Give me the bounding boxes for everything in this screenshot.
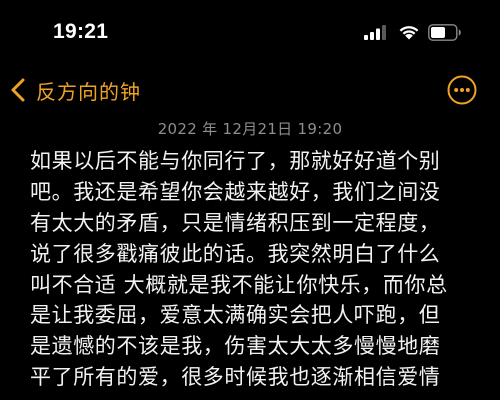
back-button[interactable]: 反方向的钟 <box>8 72 141 108</box>
note-line: 吧。我还是希望你会越来越好，我们之间没 <box>30 179 441 204</box>
note-line: 平了所有的爱，很多时候我也逐渐相信爱情 <box>30 365 441 390</box>
nav-bar: 反方向的钟 <box>0 68 500 112</box>
note-line: 是让我委屈，爱意太满确实会把人吓跑，但 <box>30 303 441 328</box>
status-icons <box>364 22 462 42</box>
signal-icon <box>364 25 386 40</box>
back-label: 反方向的钟 <box>36 79 141 104</box>
note-line: 是遗憾的不该是我，伤害太大太多慢慢地磨 <box>30 334 441 359</box>
note-line: 如果以后不能与你同行了，那就好好道个别 <box>30 149 441 173</box>
battery-icon <box>428 23 461 41</box>
status-time: 19:21 <box>53 20 109 43</box>
note-line: 叫不合适 大概就是我不能让你快乐，而你总 <box>30 272 448 297</box>
ellipsis-circle-icon[interactable] <box>446 74 478 106</box>
note-body[interactable]: 如果以后不能与你同行了，那就好好道个别 吧。我还是希望你会越来越好，我们之间没 … <box>30 146 482 393</box>
note-line: 有太大的矛盾，只是情绪积压到一定程度， <box>30 210 441 235</box>
chevron-left-icon <box>11 78 25 102</box>
note-date: 2022 年 12月21日 19:20 <box>157 120 343 138</box>
note-line: 说了很多戳痛彼此的话。我突然明白了什么 <box>30 241 441 266</box>
status-bar: 19:21 <box>0 0 500 60</box>
wifi-icon <box>399 26 419 40</box>
